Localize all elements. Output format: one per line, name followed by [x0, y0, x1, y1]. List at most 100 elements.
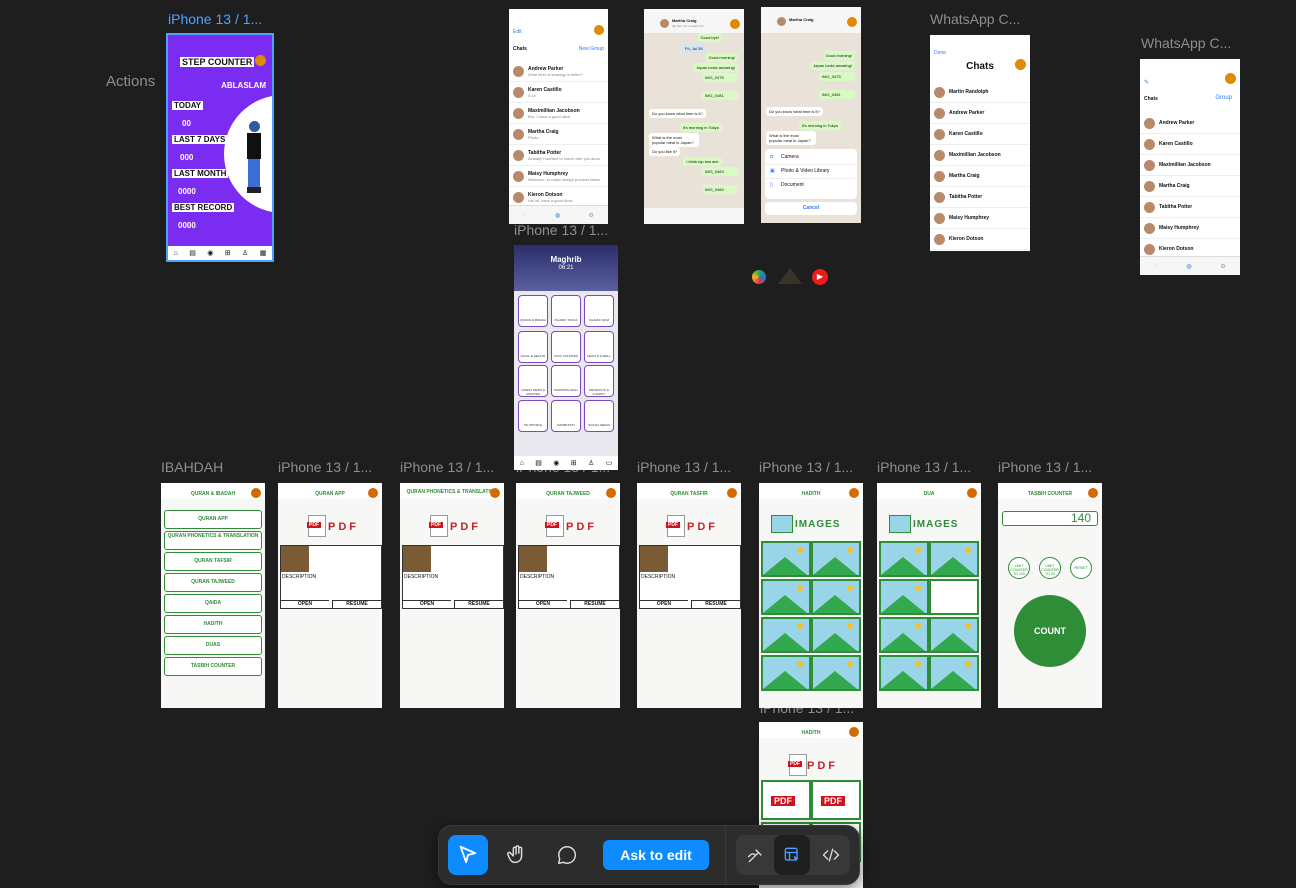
image-tile[interactable] — [761, 541, 811, 577]
empty-tile[interactable] — [929, 579, 979, 615]
chats-tab-icon[interactable]: ◍ — [555, 212, 560, 219]
islamic-tools-card[interactable]: ISLAMIC TOOLS — [551, 295, 581, 327]
chat-icon[interactable]: ◉ — [553, 459, 559, 467]
quran-ibadah-card[interactable]: QURAN & IBADAH — [518, 295, 548, 327]
edit-icon[interactable]: ✎ — [1144, 79, 1149, 86]
image-tile[interactable] — [929, 617, 979, 653]
list-item[interactable]: Tabitha Potter — [1140, 197, 1240, 218]
qaida-button[interactable]: QAIDA — [164, 594, 262, 613]
dev-inspect-button[interactable] — [774, 835, 810, 875]
latest-news-card[interactable]: LATEST NEWS & UPDATES — [518, 365, 548, 397]
cart-icon[interactable]: ⊞ — [225, 249, 231, 257]
cart-icon[interactable]: ⊞ — [571, 459, 577, 467]
frame-label-step-counter[interactable]: iPhone 13 / 1... — [168, 11, 262, 27]
move-tool-button[interactable] — [448, 835, 488, 875]
list-item[interactable]: Andrew Parker — [930, 103, 1030, 124]
count-button[interactable]: COUNT — [1014, 595, 1086, 667]
image-tile[interactable] — [761, 617, 811, 653]
resume-button[interactable]: RESUME — [454, 600, 503, 608]
image-tile[interactable] — [811, 617, 861, 653]
chats-list-frame[interactable]: Edit Chats New Group Andrew Parker What k… — [509, 9, 608, 224]
tafsir-frame[interactable]: QURAN TASFIR PDF DESCRIPTION OPEN RESUME — [637, 483, 741, 708]
list-item[interactable]: Karen Castillo — [930, 124, 1030, 145]
settings-icon[interactable]: ⚙ — [1220, 263, 1225, 270]
image-tile[interactable] — [811, 655, 861, 691]
list-item[interactable]: Maisy Humphrey — [1140, 218, 1240, 239]
camera-option[interactable]: ◘ Camera — [765, 151, 857, 165]
image-tile[interactable] — [811, 541, 861, 577]
frame-label-whatsapp-2[interactable]: WhatsApp C... — [1141, 35, 1231, 51]
image-tile[interactable] — [879, 579, 929, 615]
list-item[interactable]: Maisy Humphrey — [930, 208, 1030, 229]
tasbih-counter-button[interactable]: TASBIH COUNTER — [164, 657, 262, 676]
frame-label-whatsapp-1[interactable]: WhatsApp C... — [930, 11, 1020, 27]
pdf-card[interactable]: DESCRIPTION OPEN RESUME — [518, 545, 620, 609]
design-mode-button[interactable] — [736, 835, 776, 875]
list-item[interactable]: Martin Randolph — [930, 82, 1030, 103]
reset-button[interactable]: RESET — [1070, 557, 1092, 579]
home-icon[interactable]: ⌂ — [174, 250, 178, 257]
frame-label-hadith[interactable]: iPhone 13 / 1... — [759, 459, 853, 475]
qr-icon[interactable]: ▦ — [260, 249, 267, 257]
pdf-card[interactable]: DESCRIPTION OPEN RESUME — [402, 545, 504, 609]
shopping-mall-card[interactable]: SHOPPING MALL — [551, 365, 581, 397]
code-mode-button[interactable] — [811, 835, 851, 875]
dua-images-frame[interactable]: DUA IMAGES — [877, 483, 981, 708]
done-link[interactable]: Done — [934, 50, 946, 56]
ibahdah-frame[interactable]: QURAN & IBADAH QURAN APP QURAN PHONETICS… — [161, 483, 265, 708]
quran-tafsir-button[interactable]: QURAN TAFSIR — [164, 552, 262, 571]
list-item[interactable]: Tabitha Potter — [930, 187, 1030, 208]
hadith-images-frame[interactable]: HADITH IMAGES — [759, 483, 863, 708]
hadith-button[interactable]: HADITH — [164, 615, 262, 634]
image-tile[interactable] — [761, 579, 811, 615]
image-tile[interactable] — [929, 541, 979, 577]
open-button[interactable]: OPEN — [403, 600, 451, 608]
frame-label-tafsir[interactable]: iPhone 13 / 1... — [637, 459, 731, 475]
image-tile[interactable] — [879, 541, 929, 577]
duas-button[interactable]: DUAS — [164, 636, 262, 655]
list-item[interactable]: Martha Craig Photo — [509, 124, 608, 145]
input-bar[interactable] — [644, 208, 744, 224]
list-item[interactable]: Maisy Humphrey Welcome, to make design pr… — [509, 166, 608, 187]
open-button[interactable]: OPEN — [640, 600, 688, 608]
list-item[interactable]: Maximillian Jacobson — [1140, 155, 1240, 176]
image-tile[interactable] — [761, 655, 811, 691]
list-item[interactable]: Martha Craig — [1140, 176, 1240, 197]
frame-label-quran-app[interactable]: iPhone 13 / 1... — [278, 459, 372, 475]
list-item[interactable]: Maximillian Jacobson — [930, 145, 1030, 166]
ask-to-edit-button[interactable]: Ask to edit — [603, 840, 709, 870]
list-item[interactable]: Kieron Dotson — [930, 229, 1030, 250]
whatsapp-chats-frame-1[interactable]: Done Chats Martin Randolph Andrew Parker… — [930, 35, 1030, 251]
updates-icon[interactable]: ◌ — [1154, 263, 1158, 269]
book-icon[interactable]: ▤ — [189, 249, 196, 257]
my-profile-card[interactable]: MY PROFILE — [518, 400, 548, 432]
social-media-card[interactable]: SOCIAL MEDIA — [584, 400, 614, 432]
tab-bar[interactable]: ◌ ◍ ⚙ — [509, 205, 608, 224]
step-counter-frame[interactable]: STEP COUNTER ABLASLAM TODAY 00 LAST 7 DA… — [166, 33, 274, 262]
civic-counter-card[interactable]: CIVIC COUNTER — [551, 331, 581, 363]
new-group-link[interactable]: New Group — [579, 46, 604, 52]
islam-app-frame[interactable]: Maghrib 06:21 QURAN & IBADAH ISLAMIC TOO… — [514, 245, 618, 470]
list-item[interactable]: Maximillian Jacobson Bro, I have a good i… — [509, 103, 608, 124]
settings-icon[interactable]: ⚙ — [588, 212, 593, 219]
edit-link[interactable]: Edit — [513, 29, 522, 35]
tab-bar[interactable]: ◌ ◍ ⚙ — [1140, 256, 1240, 275]
quran-app-frame[interactable]: QURAN APP PDF DESCRIPTION OPEN RESUME — [278, 483, 382, 708]
open-button[interactable]: OPEN — [281, 600, 329, 608]
halal-health-card[interactable]: HALAL & HEALTH — [518, 331, 548, 363]
group-link[interactable]: Group — [1215, 95, 1232, 101]
updates-icon[interactable]: ◌ — [523, 212, 527, 218]
list-item[interactable]: Andrew Parker What kind of strategy is be… — [509, 61, 608, 82]
resume-button[interactable]: RESUME — [332, 600, 381, 608]
bottom-nav[interactable]: ⌂ ▤ ◉ ⊞ ♙ ▭ — [514, 456, 618, 470]
frame-label-ibahdah[interactable]: IBAHDAH — [161, 459, 223, 475]
tasbih-frame[interactable]: TASBIH COUNTER 140 LIMIT COUNTER TO 100 … — [998, 483, 1102, 708]
frame-label-tasbih[interactable]: iPhone 13 / 1... — [998, 459, 1092, 475]
list-item[interactable]: Karen Castillo — [1140, 134, 1240, 155]
comment-tool-button[interactable] — [547, 835, 587, 875]
tv-icon[interactable]: ▭ — [606, 459, 613, 467]
tajweed-frame[interactable]: QURAN TAJWEED PDF DESCRIPTION OPEN RESUM… — [516, 483, 620, 708]
quran-phonetics-button[interactable]: QURAN PHONETICS & TRANSLATION — [164, 531, 262, 550]
library-option[interactable]: ▣ Photo & Video Library — [765, 165, 857, 179]
resume-button[interactable]: RESUME — [691, 600, 740, 608]
